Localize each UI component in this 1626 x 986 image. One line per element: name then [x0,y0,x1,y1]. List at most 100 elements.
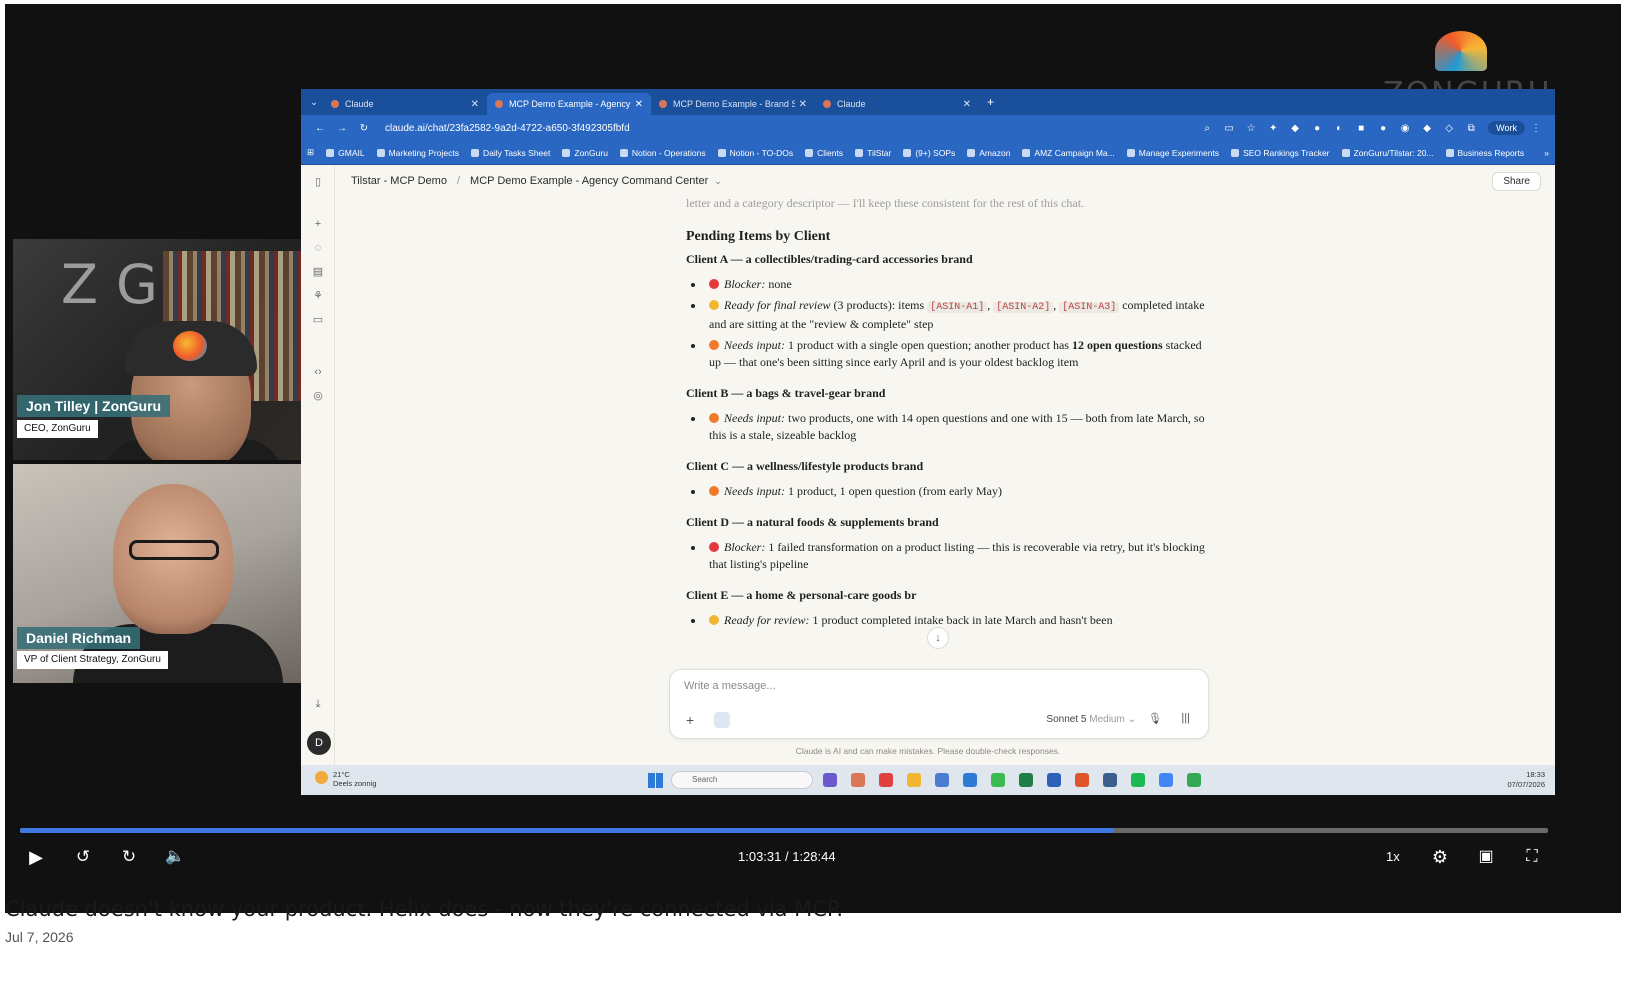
edge-icon[interactable] [963,773,977,787]
download-icon[interactable]: ⤓ [311,697,325,711]
zoom-icon[interactable]: ⌕ [1196,123,1218,134]
breadcrumb-project[interactable]: Tilstar - MCP Demo [351,175,447,187]
message-input[interactable]: Write a message... [684,680,776,692]
extension-icon[interactable]: ◆ [1416,123,1438,134]
extension-icon[interactable]: ● [1306,123,1328,134]
video-player[interactable]: ZONGURU ZG Jon Tilley | ZonGuru CEO, Zon… [5,4,1621,913]
shield-icon[interactable]: ◆ [1284,123,1306,134]
new-tab-icon[interactable]: + [987,95,994,109]
extension-icon[interactable]: ✦ [1262,123,1284,134]
picture-in-picture-icon[interactable]: ▣ [1473,844,1499,870]
voice-mode-icon[interactable]: ||| [1181,712,1190,724]
settings-gear-icon[interactable]: ⚙ [1427,844,1453,870]
chats-icon[interactable]: ◌ [311,241,325,255]
bookmark[interactable]: ZonGuru/Tilstar: 20... [1342,148,1434,158]
bookmark[interactable]: AMZ Campaign Ma... [1022,148,1114,158]
browser-tab[interactable]: Claude ✕ [815,93,979,115]
close-icon[interactable]: ✕ [471,99,479,110]
bookmark[interactable]: ZonGuru [562,148,608,158]
extension-icon[interactable]: ◐ [1328,123,1350,134]
list-item: Ready for review: 1 product completed in… [686,612,1206,629]
bookmark[interactable]: Business Reports [1446,148,1525,158]
extension-icon[interactable]: ◉ [1394,123,1416,134]
word-icon[interactable] [1047,773,1061,787]
forward-10-icon[interactable]: ↻ [116,844,142,870]
add-attachment-icon[interactable]: + [686,712,694,728]
profile-button[interactable]: Work [1488,121,1525,135]
rewind-10-icon[interactable]: ↺ [70,844,96,870]
excel-icon[interactable] [1019,773,1033,787]
taskbar-search[interactable]: Search [671,771,813,789]
artifacts-icon[interactable]: ⚘ [311,289,325,303]
tools-icon[interactable] [714,712,730,728]
chrome-icon[interactable] [991,773,1005,787]
code-icon[interactable]: ‹› [311,365,325,379]
more-bookmarks-icon[interactable]: » [1544,148,1549,158]
close-icon[interactable]: ✕ [799,99,807,110]
star-icon[interactable]: ☆ [1240,123,1262,134]
weather-widget[interactable]: 21°C Deels zonnig [315,770,376,788]
back-icon[interactable]: ← [309,123,331,134]
chat-header: Tilstar - MCP Demo / MCP Demo Example - … [351,165,1541,197]
windows-start-icon[interactable] [648,773,663,788]
bookmark[interactable]: Clients [805,148,843,158]
chevron-down-icon[interactable]: ⌄ [714,176,722,187]
backdrop-logo: ZG [61,253,176,316]
new-chat-icon[interactable]: + [311,217,325,231]
bookmark[interactable]: Manage Experiments [1127,148,1219,158]
playback-speed-button[interactable]: 1x [1386,849,1400,864]
play-icon[interactable]: ▶ [23,844,49,870]
share-button[interactable]: Share [1492,171,1541,191]
microphone-icon[interactable]: 🎙 [1148,712,1162,725]
app-icon[interactable] [935,773,949,787]
scroll-down-button[interactable]: ↓ [927,627,949,649]
close-icon[interactable]: ✕ [635,99,643,110]
folder-icon[interactable] [907,773,921,787]
bookmark[interactable]: Notion - TO-DOs [718,148,793,158]
extension-icon[interactable]: ◇ [1438,123,1460,134]
claude-app-icon[interactable] [851,773,865,787]
reload-icon[interactable]: ↻ [353,123,375,134]
app-icon[interactable] [879,773,893,787]
chrome-profile-icon[interactable] [1187,773,1201,787]
model-selector[interactable]: Sonnet 5 Medium ⌄ [1046,714,1136,725]
bookmark[interactable]: TilStar [855,148,891,158]
app-icon[interactable] [1075,773,1089,787]
message-composer[interactable]: Write a message... + Sonnet 5 Medium ⌄ 🎙… [669,669,1209,739]
kebab-menu-icon[interactable]: ⋮ [1525,123,1547,134]
taskbar-clock[interactable]: 18:33 07/07/2026 [1507,770,1545,790]
puzzle-icon[interactable]: ⧉ [1460,123,1482,134]
browser-tab[interactable]: Claude ✕ [323,93,487,115]
progress-bar[interactable] [20,828,1548,833]
extension-icon[interactable]: ● [1372,123,1394,134]
briefcase-icon[interactable]: ▭ [311,313,325,327]
bookmark[interactable]: (9+) SOPs [903,148,955,158]
projects-icon[interactable]: ▤ [311,265,325,279]
calculator-icon[interactable] [1103,773,1117,787]
bookmark[interactable]: Daily Tasks Sheet [471,148,550,158]
client-heading: Client D — a natural foods & supplements… [686,515,939,529]
bookmark[interactable]: SEO Rankings Tracker [1231,148,1329,158]
forward-icon[interactable]: → [331,123,353,134]
spotify-icon[interactable] [1131,773,1145,787]
breadcrumb-chat[interactable]: MCP Demo Example - Agency Command Center [470,175,708,187]
tab-menu-icon[interactable]: ⌄ [305,97,323,108]
volume-icon[interactable]: 🔈 [162,844,188,870]
extension-icon[interactable]: ■ [1350,123,1372,134]
browser-tab[interactable]: MCP Demo Example - Brand Sr ✕ [651,93,815,115]
url-field[interactable]: claude.ai/chat/23fa2582-9a2d-4722-a650-3… [385,123,1196,134]
teams-icon[interactable] [823,773,837,787]
palette-icon[interactable]: ◎ [311,389,325,403]
claude-icon [331,100,339,108]
close-icon[interactable]: ✕ [963,99,971,110]
sidebar-toggle-icon[interactable]: ▯ [311,175,325,189]
bookmark[interactable]: Notion - Operations [620,148,706,158]
fullscreen-icon[interactable]: ⛶ [1519,844,1545,870]
apps-grid-icon[interactable]: ⊞ [307,147,314,158]
chrome-profile-icon[interactable] [1159,773,1173,787]
bookmark[interactable]: Marketing Projects [377,148,459,158]
bookmark[interactable]: Amazon [967,148,1010,158]
cast-icon[interactable]: ▭ [1218,123,1240,134]
browser-tab-active[interactable]: MCP Demo Example - Agency ✕ [487,93,651,115]
bookmark[interactable]: GMAIL [326,148,364,158]
